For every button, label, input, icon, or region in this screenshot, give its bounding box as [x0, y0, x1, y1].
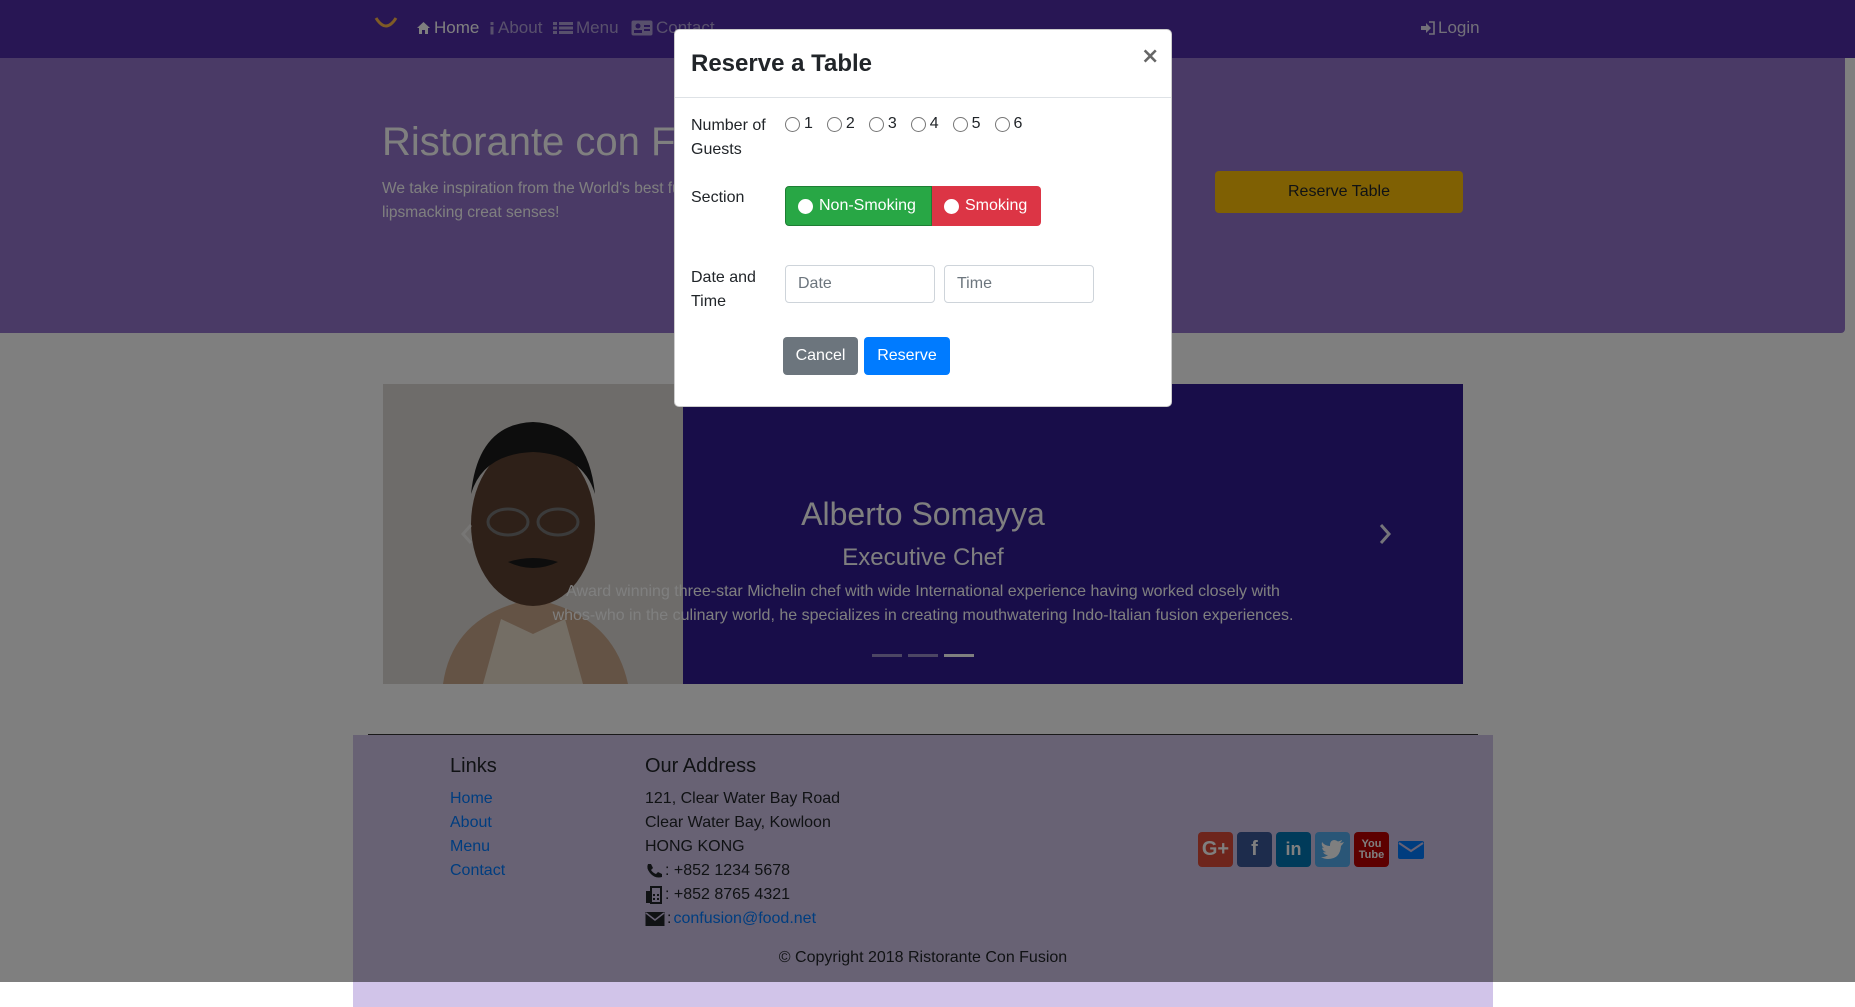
- radio-button[interactable]: [868, 116, 884, 132]
- reserve-button[interactable]: Reserve: [864, 337, 950, 375]
- smoking-label: Smoking: [965, 197, 1028, 214]
- guest-option-5[interactable]: 5: [952, 115, 981, 133]
- guest-option-label: 3: [887, 115, 897, 132]
- guest-option-3[interactable]: 3: [868, 115, 897, 133]
- section-non-smoking-button[interactable]: Non-Smoking: [785, 186, 932, 226]
- close-button[interactable]: ×: [1141, 44, 1159, 69]
- guest-option-6[interactable]: 6: [994, 115, 1023, 133]
- modal-header: Reserve a Table ×: [675, 30, 1171, 98]
- guest-option-2[interactable]: 2: [826, 115, 855, 133]
- reserve-table-modal: Reserve a Table × Number of Guests 1 2 3…: [674, 29, 1172, 407]
- guest-option-label: 5: [971, 115, 981, 132]
- radio-button[interactable]: [944, 198, 959, 214]
- radio-button-checked[interactable]: [798, 198, 813, 214]
- guest-option-label: 1: [804, 115, 813, 132]
- guests-radio-group: 1 2 3 4 5 6: [785, 115, 1022, 133]
- guest-option-label: 4: [929, 115, 939, 132]
- datetime-label: Date and Time: [691, 269, 756, 310]
- radio-button[interactable]: [910, 116, 926, 132]
- radio-button[interactable]: [826, 116, 842, 132]
- guest-option-4[interactable]: 4: [910, 115, 939, 133]
- guest-option-label: 6: [1013, 115, 1023, 132]
- guest-option-1[interactable]: 1: [785, 115, 813, 133]
- radio-button[interactable]: [994, 116, 1010, 132]
- modal-title: Reserve a Table: [691, 50, 872, 77]
- radio-button[interactable]: [952, 116, 968, 132]
- non-smoking-label: Non-Smoking: [819, 197, 916, 214]
- section-smoking-button[interactable]: Smoking: [932, 186, 1041, 226]
- radio-button[interactable]: [785, 116, 800, 132]
- guests-label: Number of Guests: [691, 117, 766, 158]
- time-input[interactable]: Time: [944, 265, 1094, 303]
- cancel-button[interactable]: Cancel: [783, 337, 858, 375]
- guest-option-label: 2: [845, 115, 855, 132]
- date-input[interactable]: Date: [785, 265, 935, 303]
- section-label: Section: [691, 189, 745, 206]
